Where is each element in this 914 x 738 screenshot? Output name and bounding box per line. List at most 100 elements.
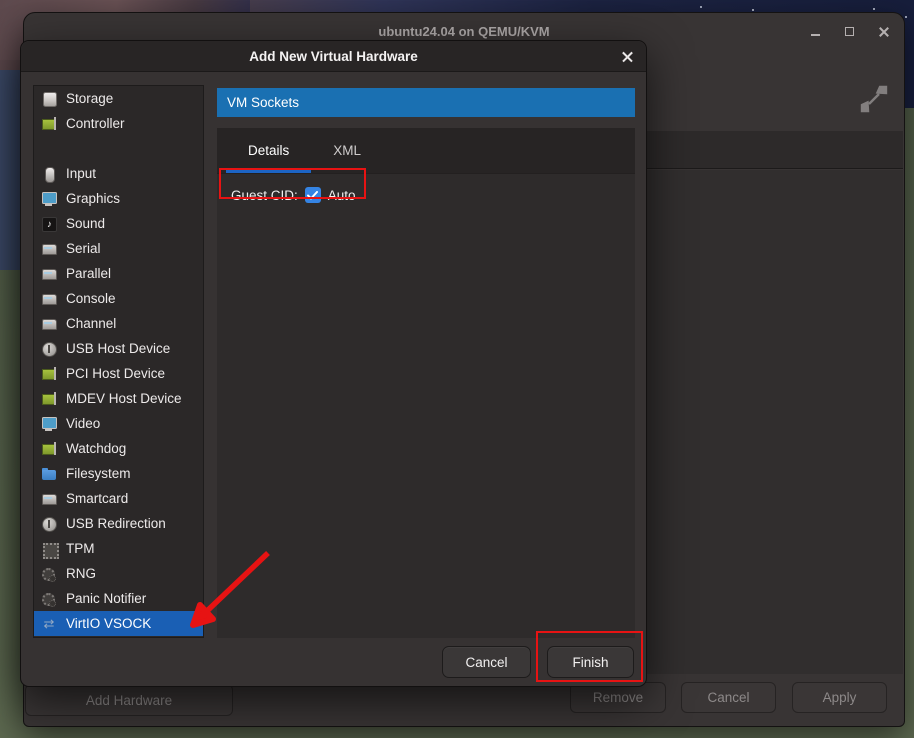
- sidebar-item-parallel[interactable]: Parallel: [34, 261, 203, 286]
- sidebar-item-label: Graphics: [66, 191, 120, 206]
- guest-cid-label: Guest CID:: [231, 188, 298, 203]
- sidebar-item-label: Sound: [66, 216, 105, 231]
- vm-cancel-label: Cancel: [707, 690, 749, 705]
- sidebar-item-label: Video: [66, 416, 100, 431]
- remove-label: Remove: [593, 690, 643, 705]
- window-controls: [809, 13, 890, 50]
- sidebar-item-blank: [34, 136, 203, 161]
- sidebar-item-panic-notifier[interactable]: Panic Notifier: [34, 586, 203, 611]
- window-title: ubuntu24.04 on QEMU/KVM: [378, 24, 549, 39]
- sidebar-item-label: Channel: [66, 316, 116, 331]
- sidebar-item-label: RNG: [66, 566, 96, 581]
- sidebar-item-serial[interactable]: Serial: [34, 236, 203, 261]
- sidebar-item-label: MDEV Host Device: [66, 391, 182, 406]
- close-icon[interactable]: [877, 25, 890, 38]
- sidebar-item-label: Console: [66, 291, 116, 306]
- sidebar-item-controller[interactable]: Controller: [34, 111, 203, 136]
- guest-cid-row: Guest CID: Auto: [222, 181, 365, 209]
- sidebar-item-storage[interactable]: Storage: [34, 86, 203, 111]
- chip-icon: [41, 541, 57, 557]
- sidebar-item-label: Storage: [66, 91, 113, 106]
- maximize-icon[interactable]: [843, 25, 856, 38]
- tab-xml[interactable]: XML: [311, 128, 383, 173]
- checkmark-icon: [307, 191, 318, 200]
- sidebar-item-label: Smartcard: [66, 491, 128, 506]
- finish-button[interactable]: Finish: [547, 646, 634, 678]
- serial-device-icon: [41, 291, 57, 307]
- pci-card-icon: [41, 366, 57, 382]
- sidebar-item-tpm[interactable]: TPM: [34, 536, 203, 561]
- sidebar-item-rng[interactable]: RNG: [34, 561, 203, 586]
- speaker-icon: [41, 216, 57, 232]
- sidebar-item-label: Serial: [66, 241, 101, 256]
- sidebar-item-usb-host-device[interactable]: USB Host Device: [34, 336, 203, 361]
- vm-cancel-button[interactable]: Cancel: [681, 682, 776, 713]
- sidebar-item-label: Controller: [66, 116, 125, 131]
- tab-details[interactable]: Details: [226, 128, 311, 173]
- sidebar-item-label: PCI Host Device: [66, 366, 165, 381]
- sidebar-item-watchdog[interactable]: Watchdog: [34, 436, 203, 461]
- no-icon: [41, 141, 57, 157]
- add-hardware-label: Add Hardware: [86, 693, 172, 708]
- sidebar-item-smartcard[interactable]: Smartcard: [34, 486, 203, 511]
- hardware-type-list: Storage Controller Input Graphics Sound Seria…: [33, 85, 204, 638]
- vm-sockets-panel: VM Sockets Details XML Guest CID: Auto: [217, 88, 635, 638]
- apply-button[interactable]: Apply: [792, 682, 887, 713]
- sidebar-item-label: Input: [66, 166, 96, 181]
- sidebar-item-label: USB Redirection: [66, 516, 166, 531]
- sidebar-item-label: Filesystem: [66, 466, 131, 481]
- folder-icon: [41, 466, 57, 482]
- monitor-icon: [41, 416, 57, 432]
- monitor-icon: [41, 191, 57, 207]
- sidebar-item-label: Watchdog: [66, 441, 126, 456]
- panel-header-label: VM Sockets: [227, 95, 299, 110]
- disk-icon: [41, 91, 57, 107]
- finish-label: Finish: [572, 655, 608, 670]
- serial-device-icon: [41, 241, 57, 257]
- pci-card-icon: [41, 391, 57, 407]
- gears-icon: [41, 591, 57, 607]
- sidebar-item-filesystem[interactable]: Filesystem: [34, 461, 203, 486]
- sidebar-item-channel[interactable]: Channel: [34, 311, 203, 336]
- sidebar-item-label: Panic Notifier: [66, 591, 146, 606]
- auto-checkbox[interactable]: [305, 187, 321, 203]
- apply-label: Apply: [823, 690, 857, 705]
- tab-xml-label: XML: [333, 143, 361, 158]
- usb-icon: [41, 341, 57, 357]
- sidebar-item-usb-redirection[interactable]: USB Redirection: [34, 511, 203, 536]
- usb-icon: [41, 516, 57, 532]
- wallpaper-stars: [700, 6, 702, 8]
- sidebar-item-mdev-host-device[interactable]: MDEV Host Device: [34, 386, 203, 411]
- sidebar-item-label: USB Host Device: [66, 341, 170, 356]
- tab-strip: Details XML: [217, 128, 635, 174]
- pci-card-icon: [41, 441, 57, 457]
- mouse-icon: [41, 166, 57, 182]
- sidebar-item-graphics[interactable]: Graphics: [34, 186, 203, 211]
- panel-header: VM Sockets: [217, 88, 635, 117]
- sidebar-item-sound[interactable]: Sound: [34, 211, 203, 236]
- dialog-title: Add New Virtual Hardware: [249, 49, 418, 64]
- sidebar-item-console[interactable]: Console: [34, 286, 203, 311]
- panel-body: Details XML Guest CID: Auto: [217, 128, 635, 638]
- serial-device-icon: [41, 316, 57, 332]
- dialog-titlebar[interactable]: Add New Virtual Hardware: [21, 41, 646, 72]
- dialog-close-icon[interactable]: [620, 49, 635, 64]
- sidebar-item-label: TPM: [66, 541, 95, 556]
- sidebar-item-label: Parallel: [66, 266, 111, 281]
- minimize-icon[interactable]: [809, 25, 822, 38]
- sidebar-item-pci-host-device[interactable]: PCI Host Device: [34, 361, 203, 386]
- sidebar-item-virtio-vsock[interactable]: VirtIO VSOCK: [34, 611, 203, 636]
- cancel-button[interactable]: Cancel: [442, 646, 531, 678]
- pci-card-icon: [41, 116, 57, 132]
- serial-device-icon: [41, 266, 57, 282]
- arrows-swap-icon: [41, 616, 57, 632]
- gears-icon: [41, 566, 57, 582]
- fullscreen-expand-icon[interactable]: [860, 85, 888, 113]
- add-hardware-dialog: Add New Virtual Hardware Storage Controll…: [20, 40, 647, 687]
- serial-device-icon: [41, 491, 57, 507]
- sidebar-item-input[interactable]: Input: [34, 161, 203, 186]
- auto-label: Auto: [328, 188, 356, 203]
- sidebar-item-video[interactable]: Video: [34, 411, 203, 436]
- sidebar-item-label: VirtIO VSOCK: [66, 616, 151, 631]
- add-hardware-button[interactable]: Add Hardware: [25, 684, 233, 716]
